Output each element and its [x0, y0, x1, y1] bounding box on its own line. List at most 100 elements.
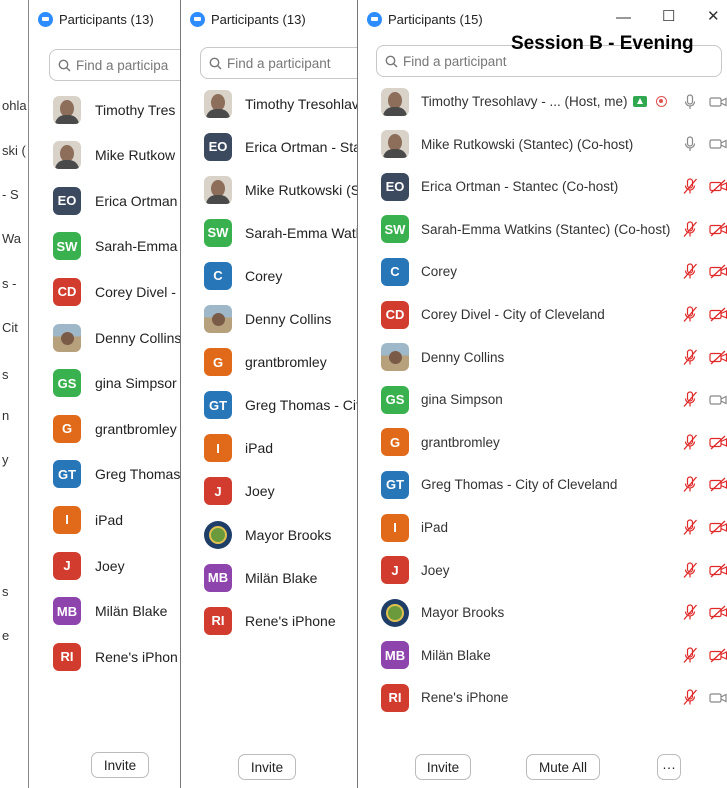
- participant-row[interactable]: Timothy Tresohlavy: [181, 82, 357, 125]
- camera-off-icon[interactable]: [708, 179, 727, 194]
- microphone-muted-icon[interactable]: [682, 519, 698, 536]
- participant-row[interactable]: Ggrantbromley: [358, 421, 727, 464]
- participant-name: Rene's iPhone: [421, 690, 509, 706]
- invite-button[interactable]: Invite: [91, 752, 149, 778]
- close-icon[interactable]: ✕: [707, 7, 720, 25]
- titlebar: Participants (13): [29, 0, 181, 38]
- microphone-muted-icon[interactable]: [682, 221, 698, 238]
- participant-name: Erica Ortman: [95, 192, 178, 209]
- participant-row[interactable]: IiPad: [29, 498, 181, 541]
- microphone-icon[interactable]: [684, 136, 696, 152]
- participant-name: Rene's iPhone: [245, 612, 336, 629]
- participant-row[interactable]: Mayor Brooks: [181, 513, 357, 556]
- microphone-muted-icon[interactable]: [682, 604, 698, 621]
- participant-row[interactable]: C Corey: [358, 250, 727, 293]
- participant-name: iPad: [245, 440, 274, 457]
- maximize-icon[interactable]: ☐: [662, 7, 675, 25]
- participant-row[interactable]: GT Greg Thomas - Cit: [181, 384, 357, 427]
- participant-row[interactable]: EO Erica Ortman - Sta: [181, 125, 357, 168]
- participant-row[interactable]: IiPad: [358, 506, 727, 549]
- camera-off-icon[interactable]: [708, 222, 727, 237]
- mute-all-button[interactable]: Mute All: [526, 754, 600, 780]
- invite-button[interactable]: Invite: [238, 754, 296, 780]
- invite-button[interactable]: Invite: [415, 754, 471, 780]
- participant-name: Mayor Brooks: [421, 605, 505, 621]
- camera-off-icon[interactable]: [708, 477, 727, 492]
- participant-row[interactable]: C Corey: [181, 254, 357, 297]
- microphone-muted-icon[interactable]: [682, 476, 698, 493]
- participant-name: iPad: [95, 511, 124, 528]
- participant-name: Timothy Tresohlavy - ... (Host, me): [421, 94, 628, 109]
- camera-off-icon[interactable]: [708, 563, 727, 578]
- clipped-text-fragment: ski (: [2, 143, 26, 158]
- participant-row[interactable]: Mike Rutkowski (St: [181, 168, 357, 211]
- participant-row[interactable]: RI Rene's iPhon: [29, 635, 181, 678]
- search-input[interactable]: Find a participant: [200, 47, 357, 79]
- participant-row[interactable]: GT Greg Thomas - City of Cleveland: [358, 463, 727, 506]
- camera-icon[interactable]: [709, 394, 727, 406]
- participant-row[interactable]: CD Corey Divel - City of Cleveland: [358, 293, 727, 336]
- participant-row[interactable]: Ggrantbromley: [29, 407, 181, 450]
- microphone-muted-icon[interactable]: [682, 561, 698, 579]
- participant-row[interactable]: J Joey: [29, 544, 181, 587]
- minimize-icon[interactable]: —: [616, 9, 631, 26]
- participant-name: Timothy Tresohlavy: [245, 95, 358, 112]
- participant-row[interactable]: RI Rene's iPhone: [181, 599, 357, 642]
- microphone-muted-icon[interactable]: [682, 306, 698, 323]
- participant-row[interactable]: GS gina Simpson: [358, 378, 727, 421]
- participant-row[interactable]: J Joey: [358, 549, 727, 592]
- participant-row[interactable]: SW Sarah-Emma: [29, 225, 181, 268]
- microphone-muted-icon[interactable]: [682, 178, 698, 195]
- participant-row[interactable]: RI Rene's iPhone: [358, 676, 727, 719]
- participant-row[interactable]: Denny Collins: [29, 316, 181, 359]
- participant-row[interactable]: Timothy Tres: [29, 88, 181, 131]
- participant-row[interactable]: Timothy Tresohlavy - ... (Host, me): [358, 80, 727, 123]
- participant-row[interactable]: J Joey: [181, 470, 357, 513]
- participant-row[interactable]: EO Erica Ortman - Stantec (Co-host): [358, 165, 727, 208]
- participant-name: Milän Blake: [421, 647, 491, 663]
- participant-row[interactable]: CD Corey Divel -: [29, 270, 181, 313]
- avatar-photo: [204, 89, 232, 118]
- camera-off-icon[interactable]: [708, 264, 727, 279]
- microphone-muted-icon[interactable]: [682, 647, 698, 664]
- search-icon: [58, 59, 71, 71]
- participant-row[interactable]: IiPad: [181, 427, 357, 470]
- microphone-muted-icon[interactable]: [682, 263, 698, 280]
- camera-icon[interactable]: [709, 692, 727, 704]
- participant-row[interactable]: MB Milän Blake: [181, 556, 357, 599]
- microphone-muted-icon[interactable]: [682, 391, 698, 408]
- camera-off-icon[interactable]: [708, 520, 727, 535]
- avatar-initials: SW: [204, 218, 232, 247]
- participant-row[interactable]: Mike Rutkowski (Stantec) (Co-host): [358, 123, 727, 166]
- participant-name: Greg Thomas - City of Cleveland: [421, 477, 618, 493]
- participant-row[interactable]: EO Erica Ortman: [29, 179, 181, 222]
- camera-icon[interactable]: [709, 96, 727, 108]
- participant-row[interactable]: SW Sarah-Emma Watk: [181, 211, 357, 254]
- more-options-button[interactable]: ···: [657, 754, 681, 780]
- participant-row[interactable]: GS gina Simpsor: [29, 362, 181, 405]
- participant-row[interactable]: Mayor Brooks: [358, 591, 727, 634]
- participant-name: Milän Blake: [95, 603, 168, 620]
- camera-off-icon[interactable]: [708, 648, 727, 663]
- microphone-muted-icon[interactable]: [682, 689, 698, 706]
- camera-off-icon[interactable]: [708, 307, 727, 322]
- participant-row[interactable]: Denny Collins: [181, 298, 357, 341]
- participant-row[interactable]: SW Sarah-Emma Watkins (Stantec) (Co-host): [358, 208, 727, 251]
- participant-row[interactable]: MB Milän Blake: [29, 590, 181, 633]
- camera-off-icon[interactable]: [708, 350, 727, 365]
- camera-off-icon[interactable]: [708, 435, 727, 450]
- avatar-photo: [204, 175, 232, 204]
- participant-row[interactable]: Denny Collins: [358, 336, 727, 379]
- camera-icon[interactable]: [709, 138, 727, 150]
- participant-row[interactable]: MB Milän Blake: [358, 634, 727, 677]
- participant-row[interactable]: Mike Rutkow: [29, 134, 181, 177]
- search-input[interactable]: Find a participa: [49, 49, 181, 81]
- participant-row[interactable]: GT Greg Thomas: [29, 453, 181, 496]
- record-dot: [658, 99, 663, 104]
- participant-row[interactable]: Ggrantbromley: [181, 341, 357, 384]
- camera-off-icon[interactable]: [708, 605, 727, 620]
- microphone-muted-icon[interactable]: [682, 434, 698, 451]
- search-placeholder: Find a participant: [403, 53, 507, 69]
- microphone-muted-icon[interactable]: [682, 348, 698, 366]
- microphone-icon[interactable]: [684, 93, 696, 110]
